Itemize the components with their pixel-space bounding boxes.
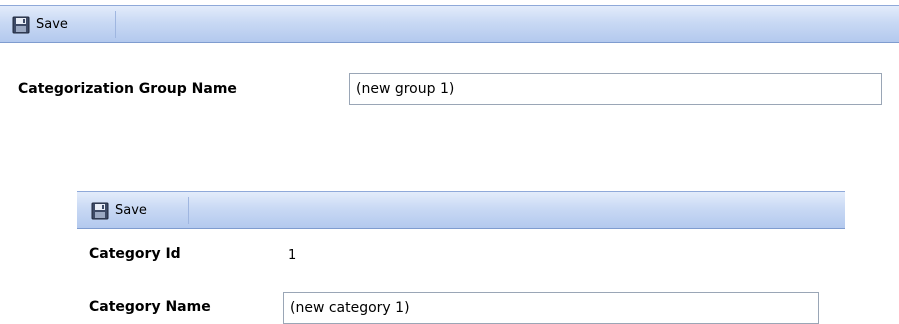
category-name-input[interactable] xyxy=(283,292,819,324)
category-save-label: Save xyxy=(115,203,147,218)
floppy-disk-icon xyxy=(12,16,30,33)
group-toolbar: Save xyxy=(0,5,899,43)
category-name-label: Category Name xyxy=(89,299,211,315)
category-toolbar: Save xyxy=(77,191,845,229)
group-name-input[interactable] xyxy=(349,73,882,105)
group-name-label: Categorization Group Name xyxy=(18,81,237,97)
group-save-button[interactable]: Save xyxy=(8,11,116,38)
group-save-label: Save xyxy=(36,17,68,32)
category-id-label: Category Id xyxy=(89,246,181,262)
category-id-value: 1 xyxy=(288,248,297,263)
floppy-disk-icon xyxy=(91,202,109,219)
category-save-button[interactable]: Save xyxy=(87,197,189,224)
